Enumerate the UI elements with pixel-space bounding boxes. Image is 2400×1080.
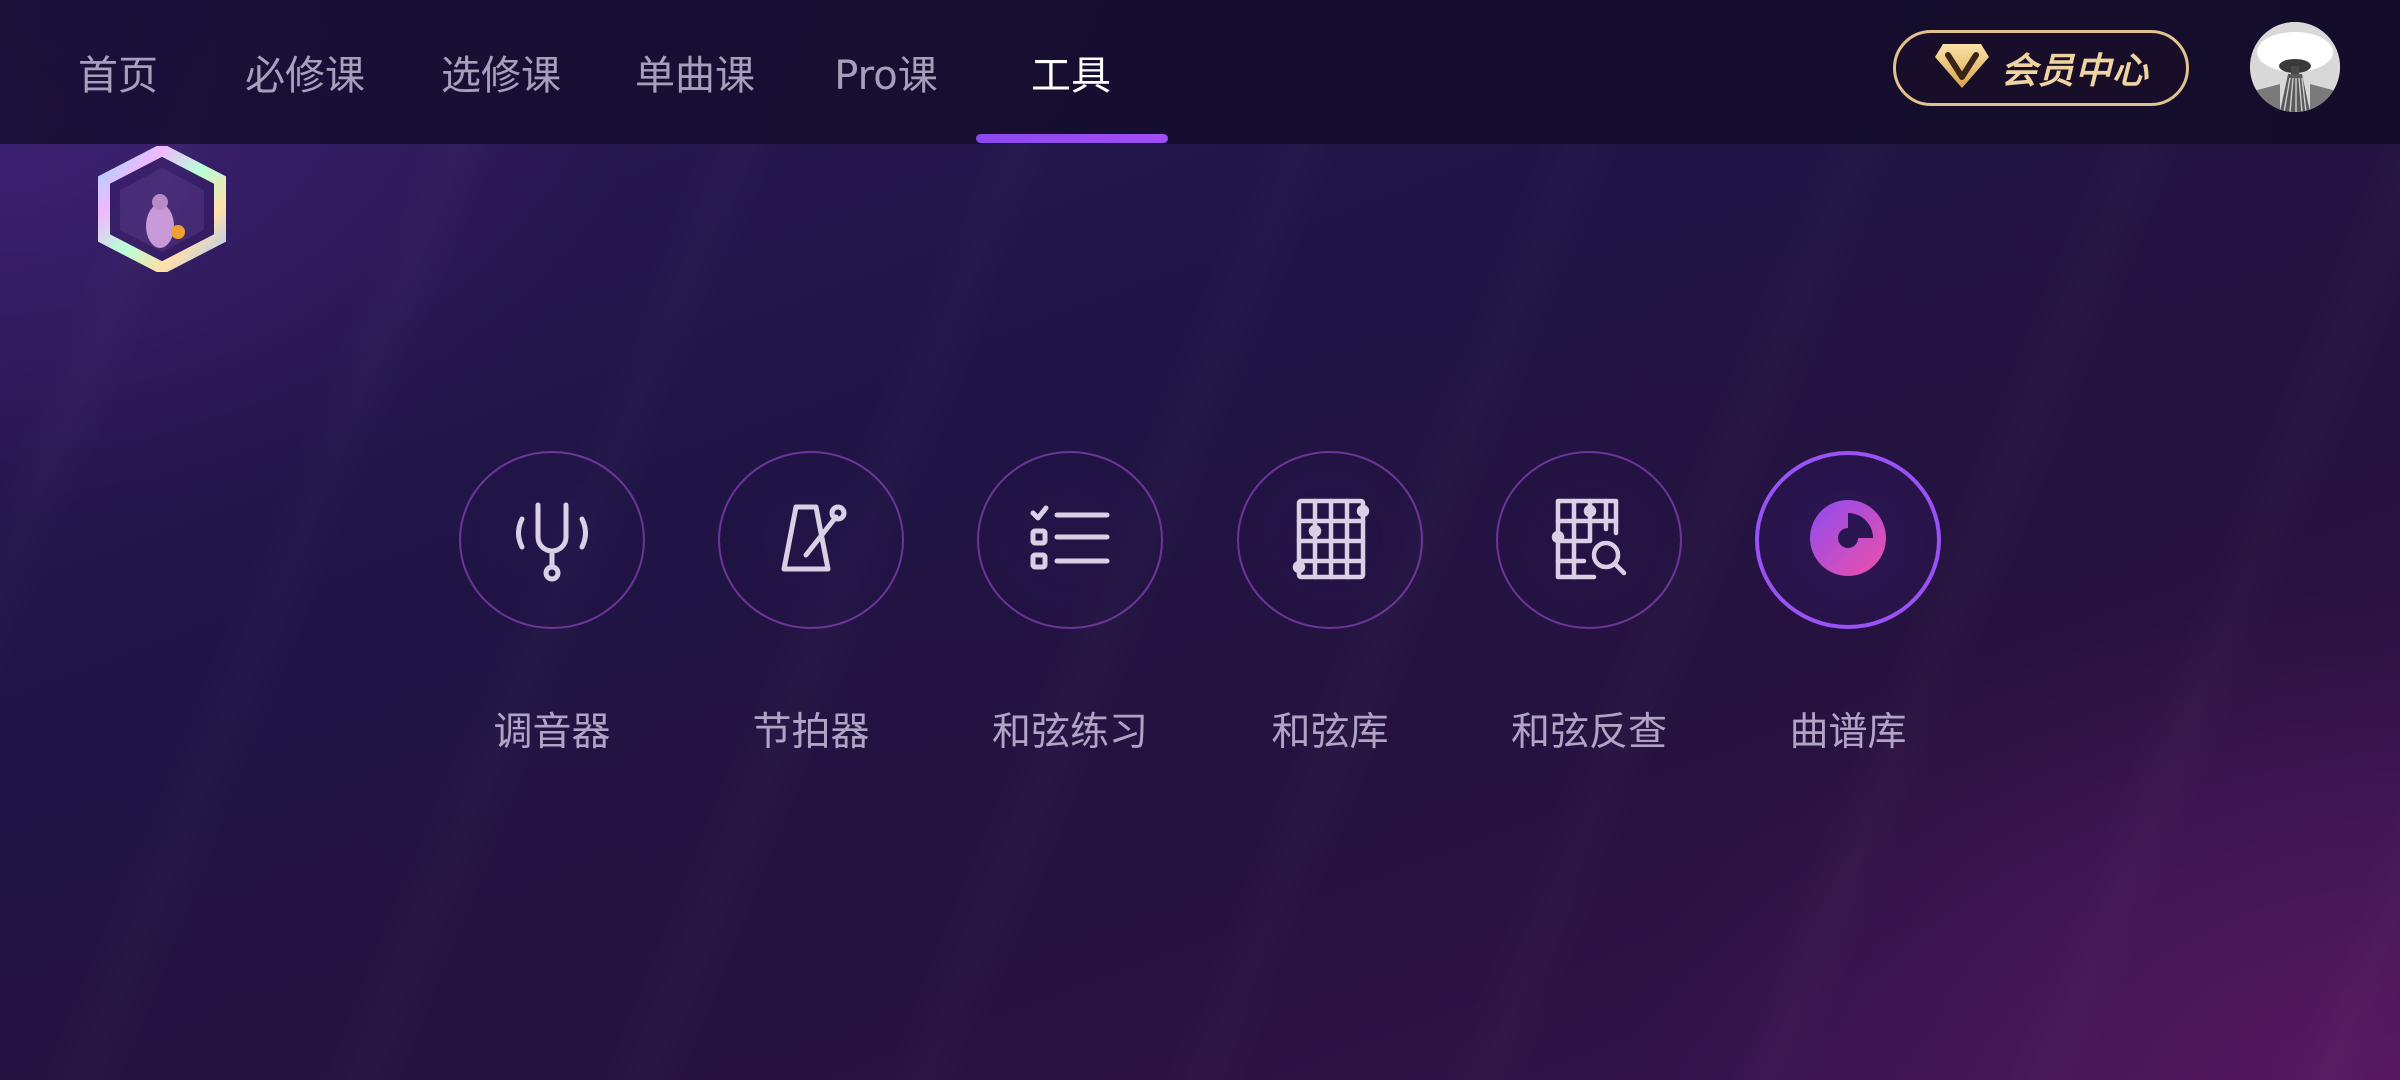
top-nav-bar: 首页 必修课 选修课 单曲课 Pro课 工具 会员中心 [0, 0, 2400, 144]
vip-center-button[interactable]: 会员中心 [1893, 30, 2189, 106]
vip-center-label: 会员中心 [2000, 51, 2149, 92]
tool-chord-library[interactable]: 和弦库 [1237, 451, 1423, 761]
tool-metronome[interactable]: 节拍器 [718, 451, 904, 761]
tab-single-song-course[interactable]: 单曲课 [630, 0, 760, 144]
tool-tuner-ring [459, 451, 645, 629]
tool-chord-practice-label: 和弦练习 [991, 710, 1148, 755]
metronome-icon [766, 493, 856, 587]
tab-tools[interactable]: 工具 [1028, 0, 1114, 144]
music-disc-icon [1803, 493, 1893, 587]
tool-sheet-music-library-ring [1755, 451, 1941, 629]
tool-chord-reverse-lookup-ring [1496, 451, 1682, 629]
active-tab-indicator [976, 134, 1168, 143]
tool-chord-practice-ring [977, 451, 1163, 629]
tool-metronome-label: 节拍器 [752, 710, 870, 755]
background-streaks [0, 0, 2400, 1080]
tab-elective-course[interactable]: 选修课 [436, 0, 566, 144]
tool-sheet-music-library-label: 曲谱库 [1789, 710, 1907, 755]
chord-grid-icon [1285, 493, 1375, 587]
tool-sheet-music-library[interactable]: 曲谱库 [1755, 451, 1941, 761]
tool-chord-library-label: 和弦库 [1271, 710, 1389, 755]
tab-pro-course[interactable]: Pro课 [828, 0, 944, 144]
chord-search-icon [1544, 493, 1634, 587]
tool-chord-library-ring [1237, 451, 1423, 629]
tool-metronome-ring [718, 451, 904, 629]
tool-tuner[interactable]: 调音器 [459, 451, 645, 761]
tab-home[interactable]: 首页 [72, 0, 164, 144]
tool-chord-reverse-lookup[interactable]: 和弦反查 [1496, 451, 1682, 761]
tool-chord-reverse-lookup-label: 和弦反查 [1510, 710, 1667, 755]
tuning-fork-icon [507, 493, 597, 587]
tool-tuner-label: 调音器 [493, 710, 611, 755]
vip-diamond-icon [1933, 41, 1991, 95]
tool-chord-practice[interactable]: 和弦练习 [977, 451, 1163, 761]
tab-required-course[interactable]: 必修课 [240, 0, 370, 144]
checklist-icon [1025, 493, 1115, 587]
avatar[interactable] [2250, 22, 2340, 112]
hexagon-badge-icon[interactable] [94, 143, 230, 275]
